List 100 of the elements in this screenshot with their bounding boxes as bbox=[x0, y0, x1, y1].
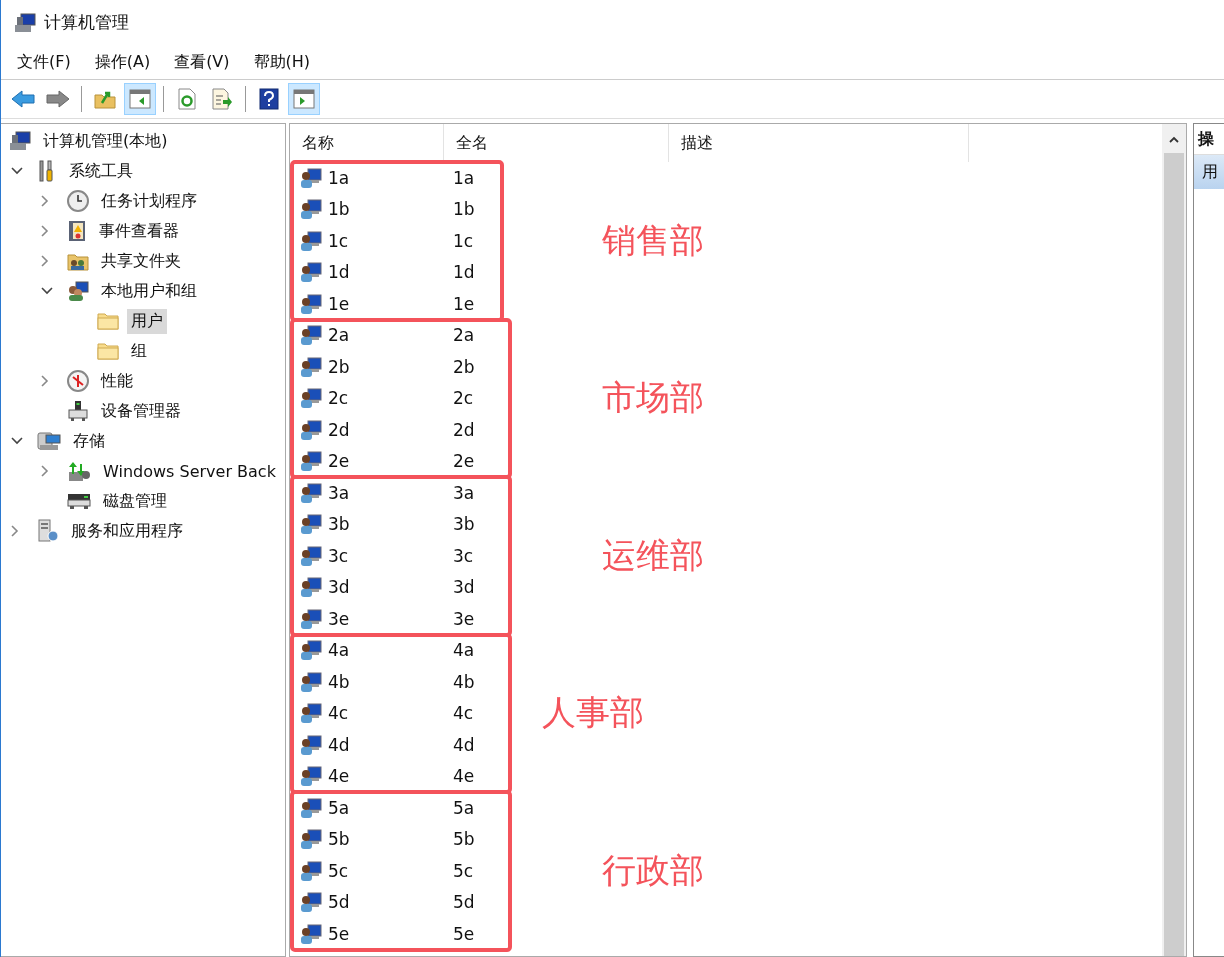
tree-item[interactable]: 性能 bbox=[97, 368, 137, 394]
tree-item[interactable]: 组 bbox=[127, 338, 151, 364]
user-name: 2a bbox=[328, 325, 351, 346]
forward-arrow-icon bbox=[46, 89, 70, 109]
full-name: 5c bbox=[453, 860, 474, 881]
tree-item[interactable]: Windows Server Back bbox=[99, 459, 280, 483]
menu-item[interactable]: 操作(A) bbox=[94, 51, 151, 73]
tree-item[interactable]: 事件查看器 bbox=[95, 218, 183, 244]
expand-icon[interactable] bbox=[41, 375, 49, 387]
panel-right-icon bbox=[293, 89, 315, 109]
full-name: 4c bbox=[453, 703, 474, 724]
export-list-icon bbox=[211, 88, 233, 110]
collapse-icon[interactable] bbox=[41, 287, 53, 295]
annotation-label: 行政部 bbox=[602, 848, 704, 892]
tree-item[interactable]: 设备管理器 bbox=[97, 398, 185, 424]
user-icon bbox=[300, 703, 322, 724]
tree-item[interactable]: 系统工具 bbox=[65, 158, 137, 184]
full-name: 1b bbox=[453, 199, 475, 220]
user-name: 4e bbox=[328, 766, 351, 787]
backup-icon bbox=[67, 460, 91, 482]
expand-icon[interactable] bbox=[11, 525, 19, 537]
column-header[interactable]: 名称 bbox=[290, 124, 444, 162]
tree-item[interactable]: 本地用户和组 bbox=[97, 278, 201, 304]
back-arrow-icon bbox=[11, 89, 35, 109]
collapse-icon[interactable] bbox=[11, 437, 23, 445]
tree-item[interactable]: 用户 bbox=[127, 308, 167, 334]
full-name: 3c bbox=[453, 545, 474, 566]
server-gear-icon bbox=[37, 519, 59, 543]
user-name: 1d bbox=[328, 262, 351, 283]
full-name: 2c bbox=[453, 388, 474, 409]
user-icon bbox=[300, 262, 322, 283]
gauge-icon bbox=[67, 370, 89, 392]
full-name: 4e bbox=[453, 766, 475, 787]
user-icon bbox=[300, 293, 322, 314]
full-name: 2e bbox=[453, 451, 475, 472]
user-name: 2b bbox=[328, 356, 351, 377]
column-header[interactable]: 描述 bbox=[669, 124, 969, 162]
full-name: 3b bbox=[453, 514, 475, 535]
scrollbar-thumb[interactable] bbox=[1164, 153, 1184, 956]
annotation-label: 市场部 bbox=[602, 376, 704, 420]
user-name: 5e bbox=[328, 923, 351, 944]
expand-icon[interactable] bbox=[41, 255, 49, 267]
user-name: 1b bbox=[328, 199, 351, 220]
user-icon bbox=[300, 829, 322, 850]
user-icon bbox=[300, 671, 322, 692]
user-name: 3b bbox=[328, 514, 351, 535]
full-name: 3a bbox=[453, 482, 475, 503]
expand-icon[interactable] bbox=[41, 195, 49, 207]
user-icon bbox=[300, 514, 322, 535]
user-icon bbox=[300, 577, 322, 598]
full-name: 3d bbox=[453, 577, 475, 598]
user-icon bbox=[300, 167, 322, 188]
user-icon bbox=[300, 766, 322, 787]
action-item[interactable]: 用 bbox=[1194, 155, 1224, 189]
disk-drive-icon bbox=[67, 492, 91, 510]
user-icon bbox=[300, 451, 322, 472]
user-name: 5d bbox=[328, 892, 351, 913]
user-name: 2e bbox=[328, 451, 351, 472]
tree-item[interactable]: 存储 bbox=[69, 428, 109, 454]
expand-icon[interactable] bbox=[41, 225, 49, 237]
tree-item[interactable]: 任务计划程序 bbox=[97, 188, 201, 214]
annotation-label: 销售部 bbox=[602, 218, 704, 262]
user-name: 1c bbox=[328, 230, 350, 251]
help-icon bbox=[259, 88, 279, 110]
full-name: 1e bbox=[453, 293, 475, 314]
tree-item[interactable]: 共享文件夹 bbox=[97, 248, 185, 274]
user-icon bbox=[300, 797, 322, 818]
user-name: 1a bbox=[328, 167, 351, 188]
window-title: 计算机管理 bbox=[44, 11, 129, 34]
expand-icon[interactable] bbox=[41, 465, 49, 477]
menu-item[interactable]: 文件(F) bbox=[17, 51, 71, 73]
user-name: 3e bbox=[328, 608, 351, 629]
user-icon bbox=[300, 734, 322, 755]
user-icon bbox=[300, 892, 322, 913]
folder-icon bbox=[97, 312, 119, 330]
full-name: 3e bbox=[453, 608, 475, 629]
user-icon bbox=[300, 325, 322, 346]
user-icon bbox=[300, 545, 322, 566]
menu-item[interactable]: 查看(V) bbox=[174, 51, 230, 73]
storage-icon bbox=[37, 430, 61, 452]
collapse-icon[interactable] bbox=[11, 167, 23, 175]
full-name: 2a bbox=[453, 325, 475, 346]
full-name: 1d bbox=[453, 262, 475, 283]
user-icon bbox=[300, 923, 322, 944]
shared-folder-icon bbox=[67, 251, 89, 271]
full-name: 4d bbox=[453, 734, 475, 755]
user-icon bbox=[300, 608, 322, 629]
tree-item[interactable]: 计算机管理(本地) bbox=[39, 128, 172, 154]
full-name: 5d bbox=[453, 892, 475, 913]
column-header[interactable]: 全名 bbox=[444, 124, 669, 162]
menu-item[interactable]: 帮助(H) bbox=[253, 51, 311, 73]
tree-item[interactable]: 服务和应用程序 bbox=[67, 518, 187, 544]
user-icon bbox=[300, 199, 322, 220]
user-icon bbox=[300, 482, 322, 503]
user-icon bbox=[300, 640, 322, 661]
scroll-up-icon[interactable] bbox=[1169, 136, 1179, 143]
user-name: 2c bbox=[328, 388, 350, 409]
full-name: 1a bbox=[453, 167, 475, 188]
refresh-icon bbox=[177, 88, 197, 110]
tree-item[interactable]: 磁盘管理 bbox=[99, 488, 171, 514]
